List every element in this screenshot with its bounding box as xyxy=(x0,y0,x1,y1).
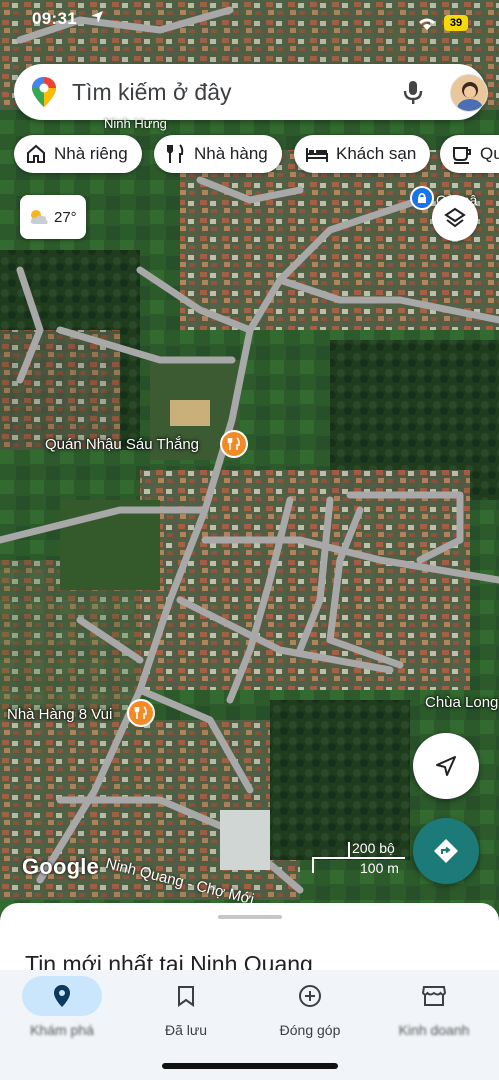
chip-label: Nhà hàng xyxy=(194,144,268,163)
map-scale: 200 bộ 100 m xyxy=(312,840,407,880)
nav-explore[interactable]: Khám phá xyxy=(0,970,124,1050)
google-logo: Google xyxy=(22,854,99,879)
nav-contribute[interactable]: Đóng góp xyxy=(248,970,372,1050)
google-maps-logo-icon xyxy=(32,77,56,107)
search-input[interactable] xyxy=(72,74,372,110)
nav-label: Khám phá xyxy=(30,1022,94,1038)
nav-label: Đã lưu xyxy=(164,1022,208,1038)
my-location-button[interactable] xyxy=(413,733,479,799)
fork-knife-icon xyxy=(167,144,184,163)
restaurant-pin-icon[interactable] xyxy=(127,699,155,727)
layers-button[interactable] xyxy=(432,195,478,241)
add-circle-icon xyxy=(299,985,321,1007)
store-icon xyxy=(422,986,446,1006)
chip-label: Khách sạn xyxy=(336,144,417,163)
place-label-chua-long[interactable]: Chùa Long xyxy=(425,694,498,711)
weather-badge[interactable]: 27° xyxy=(20,195,86,239)
lock-marker-icon[interactable] xyxy=(410,186,434,210)
status-bar: 09:31 39 xyxy=(0,0,499,36)
status-time: 09:31 xyxy=(32,9,77,28)
nav-label: Kinh doanh xyxy=(398,1022,470,1038)
chip-restaurants[interactable]: Nhà hàng xyxy=(154,135,282,173)
explore-pin-icon xyxy=(54,985,70,1007)
nav-saved[interactable]: Đã lưu xyxy=(124,970,248,1050)
scale-metric: 100 m xyxy=(360,860,399,876)
home-indicator[interactable] xyxy=(162,1063,338,1069)
place-label-sau-thang[interactable]: Quán Nhậu Sáu Thắng xyxy=(45,436,199,453)
coffee-icon xyxy=(453,147,471,164)
chip-hotels[interactable]: Khách sạn xyxy=(294,135,430,173)
microphone-icon[interactable] xyxy=(399,78,427,106)
scale-imperial: 200 bộ xyxy=(352,840,395,856)
category-chips: Nhà riêng Nhà hàng Khách sạn Qu xyxy=(14,135,499,175)
wifi-icon xyxy=(419,18,435,30)
layers-icon xyxy=(444,207,466,228)
navigation-arrow-icon xyxy=(436,756,456,776)
bed-icon xyxy=(306,148,328,162)
restaurant-pin-icon[interactable] xyxy=(220,430,248,458)
directions-button[interactable] xyxy=(413,818,479,884)
partly-cloudy-icon xyxy=(30,210,48,224)
chip-label: Qu xyxy=(480,144,499,163)
home-icon xyxy=(27,144,45,163)
chip-home[interactable]: Nhà riêng xyxy=(14,135,142,173)
search-bar[interactable] xyxy=(14,64,488,120)
directions-icon xyxy=(434,839,458,863)
sheet-drag-handle[interactable] xyxy=(218,915,282,919)
chip-cafes[interactable]: Qu xyxy=(440,135,499,173)
bookmark-icon xyxy=(178,986,194,1007)
nav-business[interactable]: Kinh doanh xyxy=(372,970,496,1050)
nav-label: Đóng góp xyxy=(279,1022,341,1038)
place-label-8-vui[interactable]: Nhà Hàng 8 Vui xyxy=(7,706,112,723)
chip-label: Nhà riêng xyxy=(54,144,128,163)
battery-icon: 39 xyxy=(444,15,468,31)
weather-temp: 27° xyxy=(54,208,77,226)
avatar[interactable] xyxy=(450,74,488,112)
map-label-ninh-hung: Ninh Hưng xyxy=(104,116,167,131)
location-arrow-icon xyxy=(91,11,103,23)
